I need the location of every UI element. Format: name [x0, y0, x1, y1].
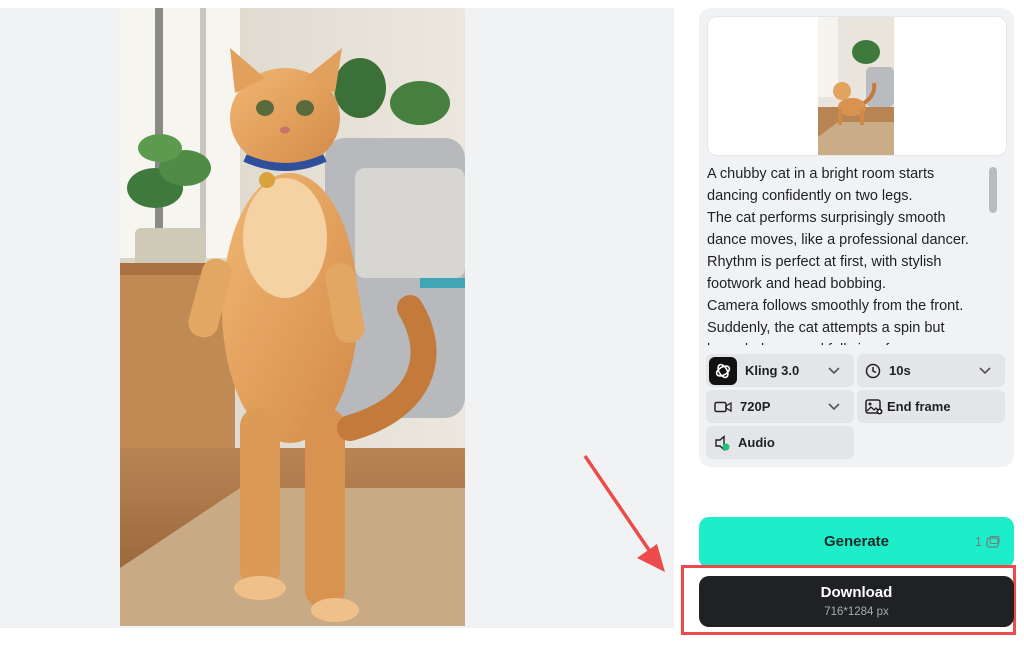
- prompt-line: A chubby cat in a bright room starts dan…: [707, 166, 935, 204]
- chevron-down-icon: [828, 403, 840, 411]
- end-frame-button[interactable]: End frame: [857, 390, 1005, 423]
- video-camera-icon: [714, 400, 732, 414]
- audio-toggle[interactable]: Audio: [706, 426, 854, 459]
- prompt-line: Camera follows smoothly from the front.: [707, 298, 964, 314]
- prompt-line: Suddenly, the cat attempts a spin but lo…: [707, 320, 953, 345]
- model-select[interactable]: Kling 3.0: [706, 354, 854, 387]
- chevron-down-icon: [828, 367, 840, 375]
- reference-image-box[interactable]: [707, 16, 1007, 156]
- generation-settings-panel: A chubby cat in a bright room starts dan…: [699, 8, 1014, 467]
- generate-label: Generate: [823, 533, 890, 550]
- chevron-down-icon: [979, 367, 991, 375]
- prompt-scrollbar[interactable]: [986, 164, 1000, 346]
- download-label: Download: [820, 584, 893, 601]
- scrollbar-thumb[interactable]: [989, 167, 997, 213]
- credit-cost: 1: [975, 534, 1000, 549]
- credit-cost-value: 1: [974, 534, 982, 549]
- prompt-line: The cat performs surprisingly smooth dan…: [707, 210, 969, 248]
- end-frame-label: End frame: [887, 399, 951, 414]
- audio-label: Audio: [738, 435, 775, 450]
- credit-icon: [986, 535, 1000, 548]
- prompt-text[interactable]: A chubby cat in a bright room starts dan…: [707, 163, 979, 345]
- model-label: Kling 3.0: [745, 363, 800, 378]
- generate-button[interactable]: Generate 1: [699, 517, 1014, 568]
- video-preview-area: [0, 8, 674, 628]
- download-button[interactable]: Download 716*1284 px: [699, 576, 1014, 627]
- duration-label: 10s: [889, 363, 911, 378]
- duration-select[interactable]: 10s: [857, 354, 1005, 387]
- prompt-line: Rhythm is perfect at first, with stylish…: [707, 254, 942, 292]
- clock-icon: [865, 363, 881, 379]
- reference-image-thumbnail: [818, 17, 894, 155]
- pointer-arrow-icon: [583, 455, 665, 572]
- kling-logo-icon: [709, 356, 737, 385]
- resolution-select[interactable]: 720P: [706, 390, 854, 423]
- download-size: 716*1284 px: [824, 606, 889, 618]
- resolution-label: 720P: [740, 399, 771, 414]
- image-add-icon: [865, 398, 883, 415]
- generated-video-frame[interactable]: [120, 8, 465, 626]
- speaker-icon: [714, 434, 732, 451]
